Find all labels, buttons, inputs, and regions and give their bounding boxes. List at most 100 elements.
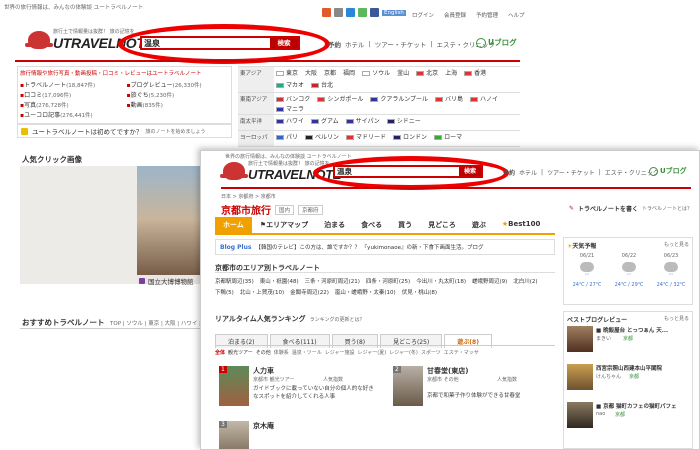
- filter-item[interactable]: スポーツ: [421, 349, 441, 356]
- weather-more-link[interactable]: もっと見る: [664, 241, 689, 248]
- filter-item[interactable]: レジャー(冬): [389, 349, 418, 356]
- stat-tabiguchi[interactable]: ▪旅ぐち(5,230件): [127, 90, 230, 99]
- best-blog-more-link[interactable]: もっと見る: [664, 315, 689, 322]
- booking-link[interactable]: 予約管理: [476, 11, 498, 19]
- blog-thumb: [567, 364, 593, 390]
- blog-item[interactable]: ■ 晩飯屋台 とっつぁん 天... まきい 京都: [567, 326, 691, 360]
- first-time-banner[interactable]: ユートラベルノートは初めてですか？ 旅のノートを始めましょう: [17, 124, 232, 138]
- ublog-icon: [649, 166, 658, 176]
- tag-domestic[interactable]: 国内: [275, 204, 295, 215]
- stat-kuchikomi[interactable]: ▪口コミ(17,096件): [20, 90, 123, 99]
- stat-video[interactable]: ▪動画(835件): [127, 100, 230, 109]
- popular-images-heading: 人気クリック画像: [22, 155, 82, 164]
- area-link[interactable]: 金閣寺周辺(22): [290, 288, 329, 296]
- stat-ucolo[interactable]: ▪ユーコロ記事(276,441件): [20, 110, 123, 119]
- museum-photo[interactable]: [137, 166, 200, 284]
- filter-item[interactable]: エステ・マッサ: [444, 349, 479, 356]
- login-link[interactable]: ログイン: [412, 11, 434, 19]
- area-link[interactable]: 嵯峨野周辺(9): [472, 277, 507, 285]
- ublog-link[interactable]: Uブログ: [649, 166, 687, 176]
- main-navbar: ホーム ⚑エリアマップ 泊まる 食べる 買う 見どころ 遊ぶ ★Best100: [215, 217, 555, 235]
- stat-travelnote[interactable]: ▪トラベルノート(18,847件): [20, 80, 123, 89]
- rank-badge: 2: [393, 366, 401, 373]
- rank-item-2[interactable]: 2 甘春堂(東店) 京都市 その他 人気指数 京都で和菓子作り体験ができる甘春堂: [393, 366, 553, 416]
- cloud-rain-icon: ′′′: [610, 262, 648, 280]
- hotel-link[interactable]: ホテル: [345, 39, 365, 49]
- page-title: 京都市旅行: [221, 206, 271, 217]
- ranking-heading: リアルタイム人気ランキング: [215, 315, 306, 323]
- tag-prefecture[interactable]: 京都府: [298, 204, 323, 215]
- mail-icon[interactable]: [322, 8, 331, 17]
- area-link[interactable]: 京都駅周辺(35): [215, 277, 254, 285]
- area-links: 京都駅周辺(35) 東山・祇園(48) 三条・河原町周辺(21) 四条・河原町(…: [215, 277, 555, 296]
- rank-desc: 京都で和菓子作り体験ができる甘春堂: [427, 393, 521, 399]
- filter-item[interactable]: その他: [256, 349, 271, 356]
- blog-plus-text[interactable]: 【韓国のテレビ】この方は、誰ですか？？ 『yukimonaoe』の新・下食下画面…: [255, 243, 483, 251]
- twitter-icon[interactable]: [346, 8, 355, 17]
- nav-sights[interactable]: 見どころ: [420, 217, 464, 233]
- filter-item[interactable]: レジャー施設: [325, 349, 355, 356]
- filter-item[interactable]: 体験系: [274, 349, 289, 356]
- nav-areamap[interactable]: ⚑エリアマップ: [252, 217, 316, 233]
- area-link[interactable]: 嵐山・嵯峨野・太秦(10): [335, 288, 396, 296]
- blog-item[interactable]: ■ 京都 猫町カフェの猫町パフェ nao 京都: [567, 402, 691, 436]
- rank-badge: 1: [219, 366, 227, 373]
- area-link[interactable]: 北山・上賀茂(10): [240, 288, 284, 296]
- area-link[interactable]: 東山・祇園(48): [260, 277, 299, 285]
- rank-cat: 京都市 観光ツアー: [253, 377, 295, 383]
- region-europe: ヨーロッパ パリ ベルリン マドリード ロンドン ローマ: [238, 131, 520, 147]
- facebook-icon[interactable]: [370, 8, 379, 17]
- tour-link[interactable]: ツアー・チケット: [547, 168, 595, 177]
- nav-home[interactable]: ホーム: [215, 217, 252, 233]
- service-nav: 予約 ホテル | ツアー・チケット | エステ・クリニック: [328, 39, 496, 49]
- rank-name: 京木庵: [253, 422, 274, 430]
- ublog-icon: [476, 37, 486, 48]
- english-link[interactable]: English: [382, 9, 406, 16]
- filter-item[interactable]: 観光ツアー: [228, 349, 253, 356]
- area-link[interactable]: 四条・河原町(25): [366, 277, 410, 285]
- area-link[interactable]: 北白川(2): [513, 277, 537, 285]
- rss-icon[interactable]: [334, 8, 343, 17]
- rank-badge: 3: [219, 421, 227, 428]
- reserve-link[interactable]: 予約: [328, 39, 341, 49]
- reserve-link[interactable]: 予約: [503, 168, 515, 177]
- nav-play[interactable]: 遊ぶ: [464, 217, 494, 233]
- weather-heading: ☀天気予報: [567, 243, 597, 250]
- write-note-link[interactable]: トラベルノートを書く: [578, 204, 638, 213]
- area-link[interactable]: 三条・河原町周辺(21): [305, 277, 360, 285]
- tour-link[interactable]: ツアー・チケット: [375, 39, 427, 49]
- highlight-ring: [313, 156, 509, 190]
- filter-all[interactable]: 全体: [215, 349, 225, 356]
- blog-thumb: [567, 326, 593, 352]
- hotel-link[interactable]: ホテル: [519, 168, 537, 177]
- rank-item-3[interactable]: 3 京木庵: [219, 421, 379, 449]
- share-icon[interactable]: [358, 8, 367, 17]
- nav-best100[interactable]: ★Best100: [494, 217, 549, 233]
- nav-eat[interactable]: 食べる: [353, 217, 390, 233]
- what-is-note-link[interactable]: トラベルノートとは？: [642, 205, 692, 212]
- recommend-rule: [20, 328, 200, 329]
- recommend-tags[interactable]: TOP | ソウル | 東京 | 大阪 | ハワイ | 台湾: [110, 319, 214, 327]
- area-link[interactable]: 伏見・桃山(8): [402, 288, 437, 296]
- shield-icon: [21, 127, 28, 135]
- blog-plus-label: Blog Plus: [220, 243, 252, 251]
- top-links: ログイン 会員登録 予約管理 ヘルプ: [412, 11, 525, 19]
- area-link[interactable]: 下鴨(5): [215, 288, 234, 296]
- ranking-help-link[interactable]: ランキングの更新とは？: [310, 316, 365, 323]
- blog-item[interactable]: 西宮宗照山西建本山平閣院 けんちゃん 京都: [567, 364, 691, 398]
- filter-item[interactable]: 温泉・ツール: [292, 349, 322, 356]
- area-link[interactable]: 今出川・丸太町(18): [416, 277, 466, 285]
- nav-stay[interactable]: 泊まる: [316, 217, 353, 233]
- weather-days: 06/21 ′′′ 24℃ / 27℃ 06/22 ′′′ 24℃ / 29℃ …: [568, 253, 690, 288]
- rank-item-1[interactable]: 1 人力車 京都市 観光ツアー 人気指数 ガイドブックに載っていない自分の個人的…: [219, 366, 379, 416]
- stat-photo[interactable]: ▪写真(276,728件): [20, 100, 123, 109]
- header-rule: [15, 60, 520, 62]
- hat-logo-icon: [220, 162, 248, 180]
- stat-blog[interactable]: ▪ブログレビュー(26,330件): [127, 80, 230, 89]
- ublog-link[interactable]: Uブログ: [476, 37, 517, 48]
- register-link[interactable]: 会員登録: [444, 11, 466, 19]
- help-link[interactable]: ヘルプ: [508, 11, 525, 19]
- nav-buy[interactable]: 買う: [390, 217, 420, 233]
- breadcrumb[interactable]: 日本 > 京都府 > 京都市: [221, 193, 276, 200]
- filter-item[interactable]: レジャー(夏): [358, 349, 387, 356]
